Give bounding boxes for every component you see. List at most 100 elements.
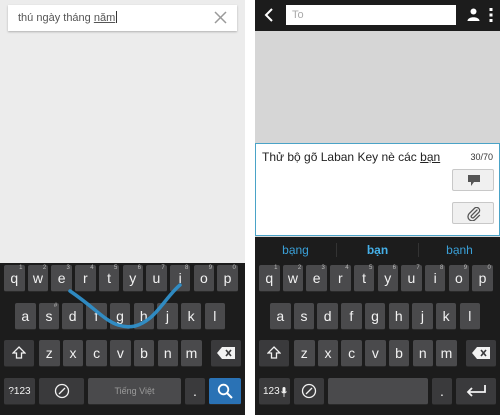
suggestion-item[interactable]: bạnh [419,237,500,263]
recipient-placeholder: To [292,9,304,21]
key-c[interactable]: c [341,340,362,367]
key-n[interactable]: n [157,340,178,367]
person-icon[interactable] [467,8,480,21]
search-box[interactable]: thú ngày tháng năm [8,5,237,31]
key-r[interactable]: r4 [330,265,351,292]
key-o[interactable]: o9 [193,265,215,292]
key-hint: # [53,303,58,309]
key-a[interactable]: a [270,303,291,330]
enter-key[interactable] [456,378,496,405]
key-o[interactable]: o9 [448,265,470,292]
right-screen: To Thử bộ gõ Laban Key nè các bạn 30/70 [255,0,500,415]
key-label: z [45,345,53,361]
left-screen: thú ngày tháng năm q1w2e3r4t5y6u7i8o9p0 … [0,0,245,415]
key-w[interactable]: w2 [282,265,304,292]
key-n[interactable]: n [412,340,433,367]
space-key[interactable] [328,378,428,405]
key-v[interactable]: v [365,340,386,367]
key-i[interactable]: i8 [169,265,191,292]
key-e[interactable]: e3 [306,265,327,292]
key-g[interactable]: g [364,303,386,330]
overflow-menu-icon[interactable] [489,7,493,23]
key-z[interactable]: z [39,340,60,367]
key-l[interactable]: l [204,303,226,330]
key-hint: 4 [345,265,349,271]
chevron-left-icon[interactable] [263,8,275,22]
key-hint: 3 [66,265,70,271]
key-s[interactable]: s # [38,303,60,330]
message-input[interactable]: Thử bộ gõ Laban Key nè các bạn [262,150,440,164]
key-label: u [407,270,416,286]
backspace-key[interactable] [211,340,241,367]
emoji-key[interactable] [294,378,324,405]
key-j[interactable]: j [157,303,178,330]
key-s[interactable]: s [293,303,315,330]
key-g[interactable]: g [109,303,131,330]
key-label: t [107,270,111,286]
period-key[interactable]: . [185,378,205,405]
key-f[interactable]: f [86,303,107,330]
key-x[interactable]: x [317,340,339,367]
key-label: m [185,345,198,361]
key-u[interactable]: u7 [401,265,422,292]
shift-key[interactable] [259,340,289,367]
attach-button[interactable] [452,202,494,224]
period-key[interactable]: . [432,378,452,405]
key-label: a [21,308,30,324]
key-h[interactable]: h [388,303,409,330]
key-m[interactable]: m [181,340,202,367]
key-label: z [300,345,308,361]
key-u[interactable]: u7 [146,265,167,292]
key-hint: 9 [208,265,213,271]
key-a[interactable]: a [15,303,36,330]
key-r[interactable]: r4 [75,265,96,292]
suggestion-item[interactable]: bạng [255,237,336,263]
key-f[interactable]: f [341,303,362,330]
key-d[interactable]: d [317,303,338,330]
key-y[interactable]: y6 [377,265,398,292]
key-c[interactable]: c [86,340,107,367]
key-b[interactable]: b [133,340,155,367]
key-v[interactable]: v [110,340,131,367]
key-p[interactable]: p0 [217,265,238,292]
numbers-key[interactable]: ?123 [4,378,35,405]
key-l[interactable]: l [459,303,481,330]
key-p[interactable]: p0 [472,265,493,292]
key-m[interactable]: m [436,340,457,367]
numbers-key[interactable]: 123 [259,378,290,405]
key-label: q [10,270,19,286]
key-w[interactable]: w2 [27,265,49,292]
key-q[interactable]: q1 [4,265,25,292]
key-label: o [454,270,463,286]
suggestion-item-selected[interactable]: bạn [337,237,418,263]
key-d[interactable]: d [62,303,83,330]
send-button[interactable] [452,169,494,191]
key-y[interactable]: y6 [122,265,143,292]
key-t[interactable]: t5 [98,265,120,292]
key-b[interactable]: b [388,340,410,367]
space-key[interactable]: Tiếng Việt [88,378,181,405]
key-k[interactable]: k [435,303,457,330]
key-j[interactable]: j [412,303,433,330]
key-q[interactable]: q1 [259,265,280,292]
emoji-key[interactable] [39,378,84,405]
search-input[interactable]: thú ngày tháng năm [18,11,118,24]
speech-bubble-icon [468,175,480,186]
key-x[interactable]: x [62,340,84,367]
key-h[interactable]: h [133,303,154,330]
key-hint: 0 [487,265,491,271]
recipient-field[interactable]: To [286,5,456,25]
key-hint: 6 [392,265,396,271]
search-key[interactable] [209,378,241,405]
message-composer[interactable]: Thử bộ gõ Laban Key nè các bạn 30/70 [255,143,500,236]
key-label: w [287,270,298,286]
close-icon[interactable] [214,11,227,24]
emoji-icon [54,383,69,399]
backspace-key[interactable] [466,340,496,367]
key-e[interactable]: e3 [51,265,72,292]
key-t[interactable]: t5 [353,265,375,292]
key-z[interactable]: z [294,340,315,367]
key-k[interactable]: k [180,303,202,330]
shift-key[interactable] [4,340,34,367]
key-i[interactable]: i8 [424,265,446,292]
